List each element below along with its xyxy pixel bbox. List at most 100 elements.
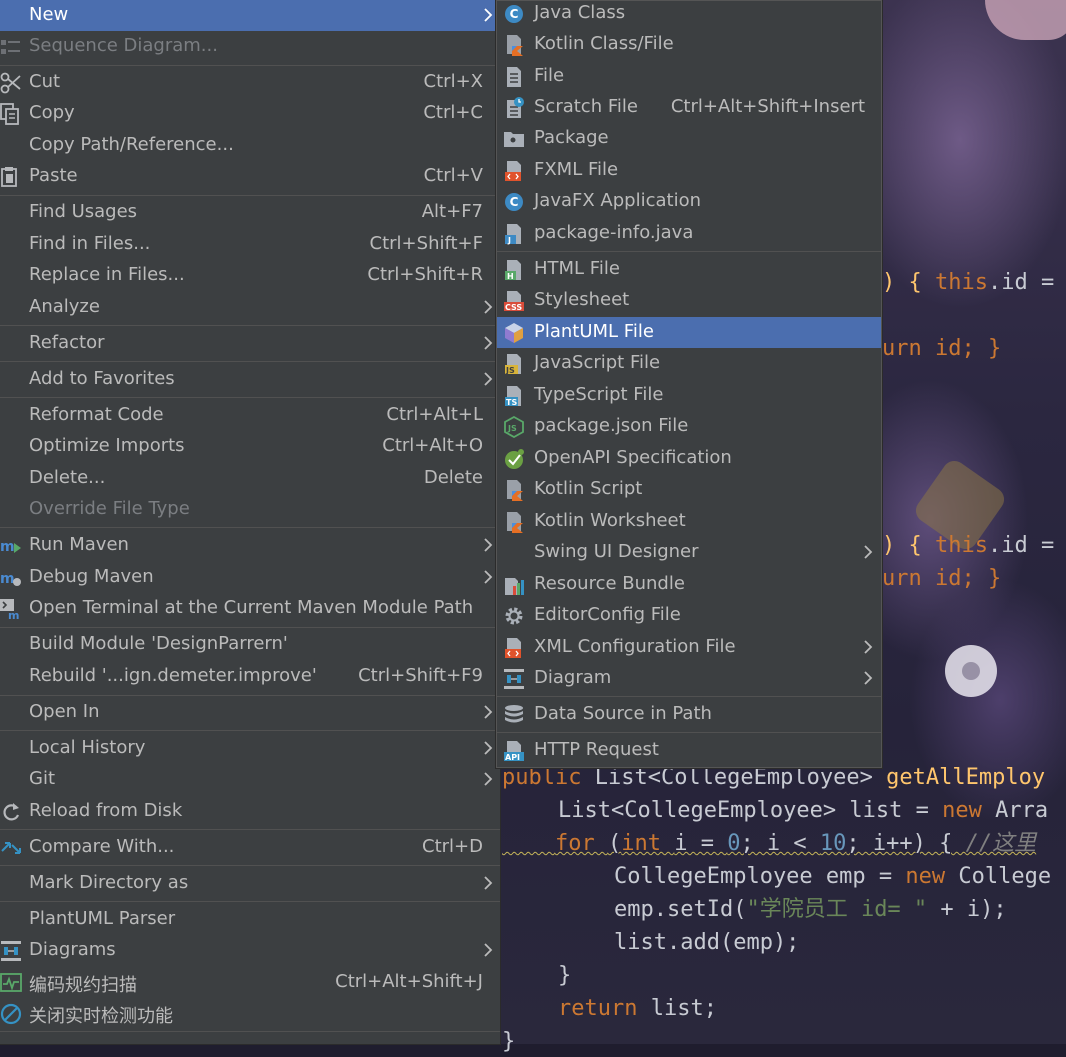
menu-item-find-in-files[interactable]: Find in Files... Ctrl+Shift+F xyxy=(0,229,500,260)
disable-icon xyxy=(0,1003,22,1025)
menu-item-label: Replace in Files... xyxy=(29,264,185,285)
code-line[interactable]: for (int i = 0; i < 10; i++) { //这里 xyxy=(502,829,1036,859)
menu-item-label: PlantUML Parser xyxy=(29,908,176,929)
menu-item-label: XML Configuration File xyxy=(534,636,736,657)
menu-item-open-in[interactable]: Open In xyxy=(0,697,500,728)
nodejs-icon: JS xyxy=(504,416,524,438)
code-line[interactable]: List<CollegeEmployee> list = new Arra xyxy=(558,796,1048,826)
scan-icon xyxy=(0,973,22,992)
menu-item-cut[interactable]: Cut Ctrl+X xyxy=(0,67,500,98)
menu-item-label: Analyze xyxy=(29,296,100,317)
menu-item-shortcut: Ctrl+Shift+F9 xyxy=(358,665,483,686)
submenu-arrow-icon xyxy=(864,545,873,559)
menu-item-label: Mark Directory as xyxy=(29,872,189,893)
submenu-item-java-class[interactable]: C Java Class xyxy=(497,0,881,29)
submenu-item-kotlin-worksheet[interactable]: Kotlin Worksheet xyxy=(497,506,881,537)
submenu-item-javafx-application[interactable]: C JavaFX Application xyxy=(497,186,881,217)
package-icon xyxy=(504,132,524,147)
submenu-item-kotlin-script[interactable]: Kotlin Script xyxy=(497,474,881,505)
menu-item-build-module[interactable]: Build Module 'DesignParrern' xyxy=(0,629,500,660)
menu-item-open-terminal-maven[interactable]: m Open Terminal at the Current Maven Mod… xyxy=(0,593,500,624)
menu-item-refactor[interactable]: Refactor xyxy=(0,328,500,359)
menu-item-optimize-imports[interactable]: Optimize Imports Ctrl+Alt+O xyxy=(0,431,500,462)
menu-separator xyxy=(0,730,500,731)
menu-item-compare-with[interactable]: Compare With... Ctrl+D xyxy=(0,832,500,863)
menu-item-label: Refactor xyxy=(29,332,105,353)
submenu-item-xml-configuration[interactable]: XML Configuration File xyxy=(497,632,881,663)
menu-item-diagrams[interactable]: Diagrams xyxy=(0,935,500,966)
submenu-item-swing-ui-designer[interactable]: Swing UI Designer xyxy=(497,537,881,568)
menu-item-mark-directory-as[interactable]: Mark Directory as xyxy=(0,868,500,899)
menu-item-debug-maven[interactable]: m Debug Maven xyxy=(0,562,500,593)
menu-item-rebuild[interactable]: Rebuild '...ign.demeter.improve' Ctrl+Sh… xyxy=(0,661,500,692)
menu-item-copy[interactable]: Copy Ctrl+C xyxy=(0,98,500,129)
submenu-item-kotlin-class[interactable]: Kotlin Class/File xyxy=(497,29,881,60)
menu-item-shortcut: Ctrl+Alt+Shift+Insert xyxy=(670,96,865,117)
menu-item-find-usages[interactable]: Find Usages Alt+F7 xyxy=(0,197,500,228)
menu-item-git[interactable]: Git xyxy=(0,764,500,795)
submenu-item-file[interactable]: File xyxy=(497,61,881,92)
menu-item-paste[interactable]: Paste Ctrl+V xyxy=(0,161,500,192)
submenu-item-typescript-file[interactable]: TS TypeScript File xyxy=(497,380,881,411)
menu-item-code-scan[interactable]: 编码规约扫描 Ctrl+Alt+Shift+J xyxy=(0,967,500,998)
submenu-item-javascript-file[interactable]: JS JavaScript File xyxy=(497,348,881,379)
menu-item-label: Compare With... xyxy=(29,836,175,857)
menu-item-label: JavaScript File xyxy=(534,352,661,373)
menu-separator xyxy=(0,865,500,866)
menu-item-label: Delete... xyxy=(29,467,106,488)
menu-item-label: Java Class xyxy=(534,2,626,23)
submenu-item-fxml-file[interactable]: FXML File xyxy=(497,155,881,186)
menu-separator xyxy=(0,65,500,66)
code-line[interactable]: emp.setId("学院员工 id= " + i); xyxy=(614,895,1007,925)
menu-item-shortcut: Ctrl+Alt+Shift+J xyxy=(335,971,483,992)
submenu-arrow-icon xyxy=(484,772,493,786)
menu-item-delete[interactable]: Delete... Delete xyxy=(0,463,500,494)
submenu-item-editorconfig[interactable]: EditorConfig File xyxy=(497,600,881,631)
submenu-arrow-icon xyxy=(484,372,493,386)
submenu-item-stylesheet[interactable]: CSS Stylesheet xyxy=(497,285,881,316)
menu-item-run-maven[interactable]: m Run Maven xyxy=(0,530,500,561)
submenu-item-resource-bundle[interactable]: Resource Bundle xyxy=(497,569,881,600)
submenu-item-http-request[interactable]: API HTTP Request xyxy=(497,735,881,766)
menu-item-label: Build Module 'DesignParrern' xyxy=(29,633,288,654)
code-line[interactable]: } xyxy=(558,961,571,991)
menu-item-override-file-type[interactable]: Override File Type xyxy=(0,494,500,525)
code-line[interactable]: list.add(emp); xyxy=(614,928,799,958)
submenu-arrow-icon xyxy=(484,705,493,719)
menu-item-sequence-diagram[interactable]: Sequence Diagram... xyxy=(0,31,500,62)
menu-item-plantuml-parser[interactable]: PlantUML Parser xyxy=(0,904,500,935)
menu-item-local-history[interactable]: Local History xyxy=(0,733,500,764)
menu-item-disable-realtime-check[interactable]: 关闭实时检测功能 xyxy=(0,998,500,1029)
submenu-item-html-file[interactable]: H HTML File xyxy=(497,254,881,285)
svg-text:TS: TS xyxy=(506,398,517,407)
submenu-item-data-source-in-path[interactable]: Data Source in Path xyxy=(497,699,881,730)
menu-item-replace-in-files[interactable]: Replace in Files... Ctrl+Shift+R xyxy=(0,260,500,291)
submenu-item-scratch-file[interactable]: Scratch File Ctrl+Alt+Shift+Insert xyxy=(497,92,881,123)
menu-item-reformat-code[interactable]: Reformat Code Ctrl+Alt+L xyxy=(0,400,500,431)
menu-item-analyze[interactable]: Analyze xyxy=(0,292,500,323)
menu-item-copy-path[interactable]: Copy Path/Reference... xyxy=(0,130,500,161)
menu-item-new[interactable]: New xyxy=(0,0,500,31)
code-line[interactable]: } xyxy=(502,1027,515,1057)
submenu-item-package-info[interactable]: J package-info.java xyxy=(497,218,881,249)
menu-item-label: Find in Files... xyxy=(29,233,151,254)
menu-separator xyxy=(497,251,881,252)
menu-item-reload-from-disk[interactable]: Reload from Disk xyxy=(0,796,500,827)
menu-item-label: Stylesheet xyxy=(534,289,630,310)
kotlin-script-icon xyxy=(507,480,523,501)
submenu-item-plantuml-file[interactable]: PlantUML File xyxy=(497,317,881,348)
sequence-diagram-icon xyxy=(1,40,20,54)
gear-icon xyxy=(505,607,523,625)
menu-item-add-to-favorites[interactable]: Add to Favorites xyxy=(0,364,500,395)
menu-item-label: Swing UI Designer xyxy=(534,541,699,562)
menu-item-label: Copy xyxy=(29,102,75,123)
submenu-item-package-json[interactable]: JS package.json File xyxy=(497,411,881,442)
maven-run-icon: m xyxy=(0,539,21,555)
menu-item-label: Optimize Imports xyxy=(29,435,185,456)
code-line[interactable]: return list; xyxy=(558,994,717,1024)
reload-icon xyxy=(3,803,20,821)
submenu-item-openapi[interactable]: OpenAPI Specification xyxy=(497,443,881,474)
code-line[interactable]: CollegeEmployee emp = new College xyxy=(614,862,1051,892)
submenu-item-package[interactable]: Package xyxy=(497,123,881,154)
submenu-item-diagram[interactable]: Diagram xyxy=(497,663,881,694)
